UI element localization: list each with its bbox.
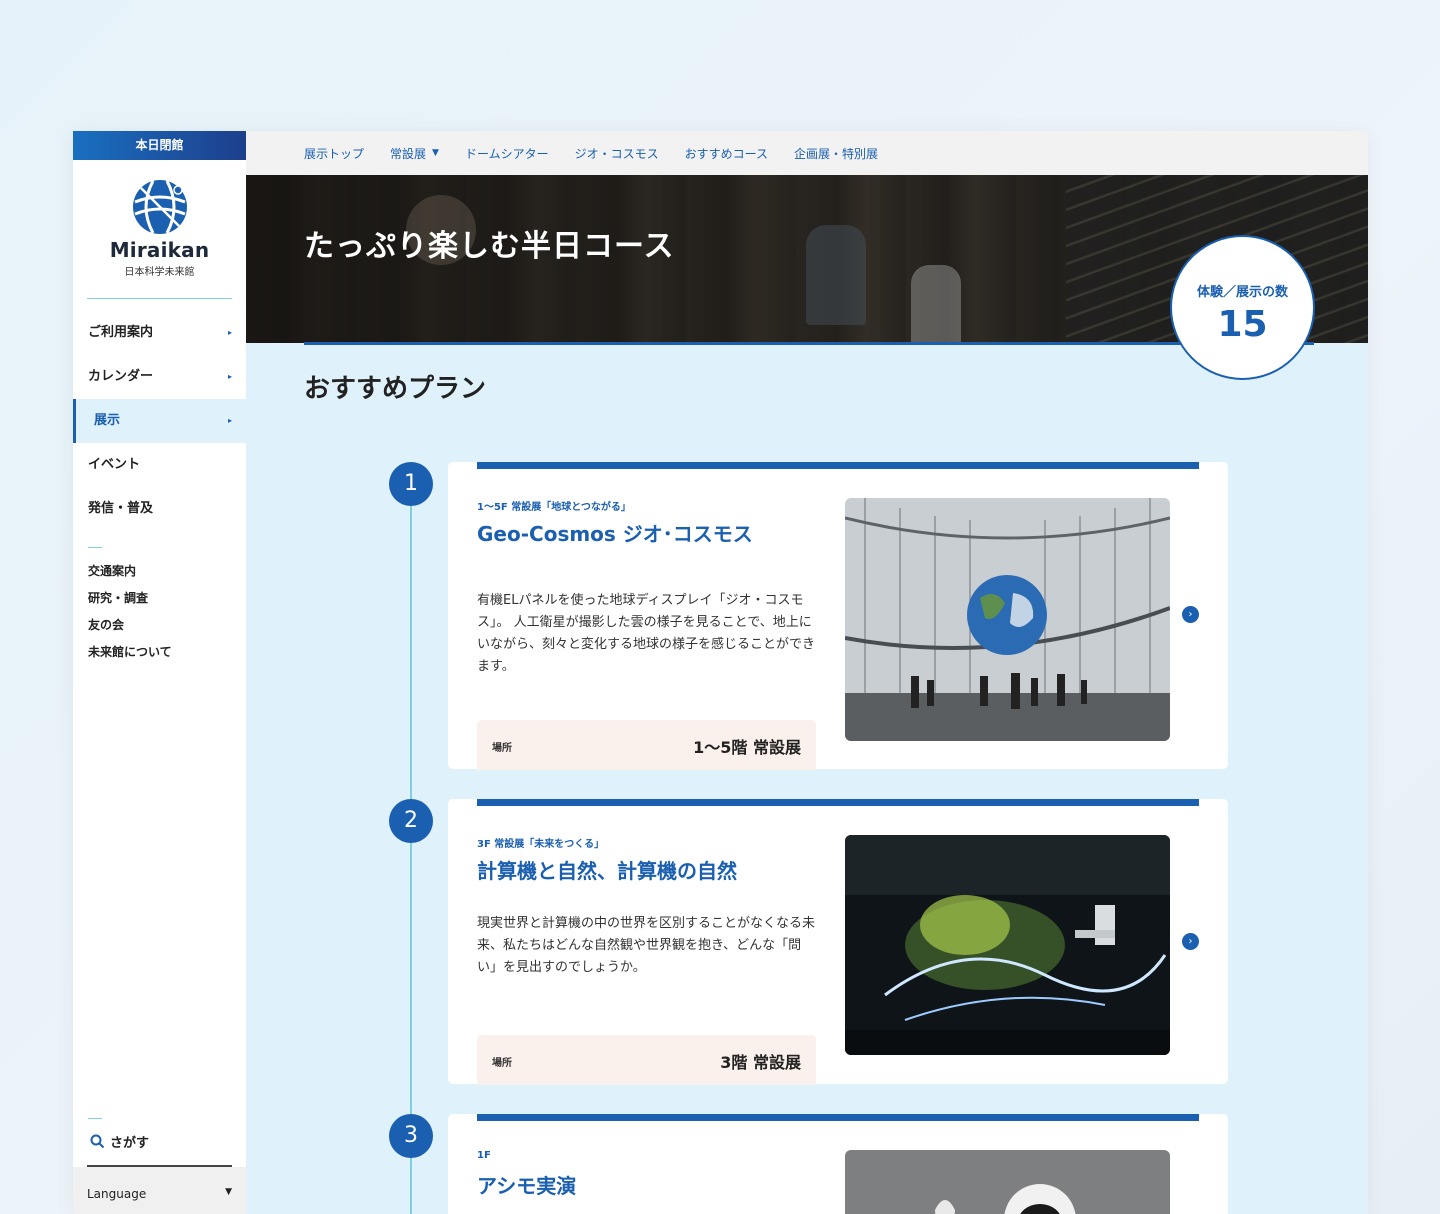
location-label: 場所 xyxy=(492,743,512,754)
sidebar-item-guide[interactable]: ご利用案内 ▸ xyxy=(73,311,246,355)
location-value: 3階 常設展 xyxy=(720,1053,801,1072)
logo-subtitle: 日本科学未来館 xyxy=(124,267,195,278)
language-select[interactable]: Language ▼ xyxy=(73,1167,246,1214)
photo-image xyxy=(845,498,1170,741)
step-number: 1 xyxy=(389,462,433,506)
divider xyxy=(87,298,232,299)
sidebar-item-label: カレンダー xyxy=(88,369,154,384)
hero-underline xyxy=(304,342,1314,345)
topnav-label: 企画展・特別展 xyxy=(794,146,879,161)
topnav-label: おすすめコース xyxy=(684,146,769,161)
sidebar-item-outreach[interactable]: 発信・普及 xyxy=(73,487,246,531)
language-label: Language xyxy=(87,1187,147,1201)
search-button[interactable]: さがす xyxy=(73,1129,246,1153)
plan-location: 場所 1〜5階 常設展 xyxy=(477,720,816,770)
topnav-exhibits-top[interactable]: 展示トップ xyxy=(304,145,364,162)
step-number: 2 xyxy=(389,799,433,843)
hero-photo-shape xyxy=(911,265,961,343)
topnav-permanent[interactable]: 常設展 ▼ xyxy=(390,145,439,162)
plan-card: 1〜5F 常設展「地球とつながる」 Geo-Cosmos ジオ･コスモス 有機E… xyxy=(448,462,1228,770)
browser-frame: 本日閉館 Miraikan 日本科学未来館 ご利用案内 ▸ カレンダー ▸ 展示… xyxy=(73,131,1368,1214)
plan-card: 3F 常設展「未来をつくる」 計算機と自然、計算機の自然 現実世界と計算機の中の… xyxy=(448,799,1228,1085)
sidebar-item-events[interactable]: イベント xyxy=(73,443,246,487)
sidebar-subitem-access[interactable]: 交通案内 xyxy=(88,558,246,585)
sidebar: 本日閉館 Miraikan 日本科学未来館 ご利用案内 ▸ カレンダー ▸ 展示… xyxy=(73,131,246,1214)
section-title: おすすめプラン xyxy=(304,374,487,404)
logo-name: Miraikan xyxy=(109,238,210,262)
search-area: さがす xyxy=(73,1118,246,1167)
count-label: 体験／展示の数 xyxy=(1196,285,1288,300)
divider xyxy=(88,1118,102,1119)
card-topbar xyxy=(477,1114,1199,1121)
globe-logo-icon xyxy=(132,180,187,234)
chevron-right-icon[interactable]: › xyxy=(1182,606,1199,623)
sidebar-subitem-membership[interactable]: 友の会 xyxy=(88,612,246,639)
page-title: たっぷり楽しむ半日コース xyxy=(304,229,675,264)
plan-tag: 1〜5F 常設展「地球とつながる」 xyxy=(477,502,631,513)
topnav-label: 展示トップ xyxy=(304,146,365,161)
sidebar-item-label: 発信・普及 xyxy=(88,501,154,516)
photo-image xyxy=(845,835,1170,1055)
location-label: 場所 xyxy=(492,1058,512,1069)
location-value: 1〜5階 常設展 xyxy=(693,738,801,757)
chevron-right-icon[interactable]: › xyxy=(1182,933,1199,950)
divider xyxy=(88,547,102,548)
plan-tag: 1F xyxy=(477,1150,491,1161)
plan-title[interactable]: Geo-Cosmos ジオ･コスモス xyxy=(477,518,753,547)
plan-title[interactable]: アシモ実演 xyxy=(477,1170,576,1199)
sidebar-item-label: 展示 xyxy=(94,413,121,428)
sidebar-main-nav: ご利用案内 ▸ カレンダー ▸ 展示 ▸ イベント 発信・普及 xyxy=(73,311,246,531)
caret-right-icon: ▸ xyxy=(227,328,232,337)
hero-photo-shape xyxy=(806,225,866,325)
plan-photo-asimo[interactable] xyxy=(845,1150,1170,1214)
caret-right-icon: ▸ xyxy=(227,416,232,425)
sidebar-subitem-about[interactable]: 未来館について xyxy=(88,639,246,666)
card-topbar xyxy=(477,462,1199,469)
top-nav: 展示トップ 常設展 ▼ ドームシアター ジオ・コスモス おすすめコース 企画展・特… xyxy=(246,131,1368,175)
topnav-label: 常設展 xyxy=(390,146,427,161)
sidebar-item-label: イベント xyxy=(88,457,141,472)
topnav-recommended-course[interactable]: おすすめコース xyxy=(685,145,768,162)
caret-right-icon: ▸ xyxy=(227,372,232,381)
plan-title[interactable]: 計算機と自然、計算機の自然 xyxy=(477,855,737,884)
timeline-line xyxy=(410,505,412,1214)
plan-description: 現実世界と計算機の中の世界を区別することがなくなる未来、私たちはどんな自然観や世… xyxy=(477,916,816,975)
search-icon xyxy=(90,1134,105,1148)
sidebar-item-exhibits[interactable]: 展示 ▸ xyxy=(73,399,246,443)
step-number: 3 xyxy=(389,1114,433,1158)
plan-photo-geo-cosmos[interactable] xyxy=(845,498,1170,741)
search-label: さがす xyxy=(110,1135,150,1151)
photo-image xyxy=(845,1150,1170,1214)
sidebar-item-calendar[interactable]: カレンダー ▸ xyxy=(73,355,246,399)
logo[interactable]: Miraikan 日本科学未来館 xyxy=(73,160,246,298)
topnav-dome-theater[interactable]: ドームシアター xyxy=(465,145,549,162)
count-value: 15 xyxy=(1217,304,1268,345)
plan-photo-computer-nature[interactable] xyxy=(845,835,1170,1055)
sidebar-item-label: ご利用案内 xyxy=(88,325,154,340)
topnav-label: ドームシアター xyxy=(464,146,549,161)
closed-banner: 本日閉館 xyxy=(73,131,246,160)
experience-count-badge: 体験／展示の数 15 xyxy=(1170,235,1315,380)
topnav-geo-cosmos[interactable]: ジオ・コスモス xyxy=(575,145,659,162)
sidebar-sub-nav: 交通案内 研究・調査 友の会 未来館について xyxy=(73,558,246,666)
sidebar-subitem-research[interactable]: 研究・調査 xyxy=(88,585,246,612)
plan-location: 場所 3階 常設展 xyxy=(477,1035,816,1085)
chevron-down-icon: ▼ xyxy=(432,148,439,158)
card-topbar xyxy=(477,799,1199,806)
topnav-special-exhibitions[interactable]: 企画展・特別展 xyxy=(794,145,878,162)
chevron-down-icon: ▼ xyxy=(225,1187,232,1197)
plan-card: 1F アシモ実演 xyxy=(448,1114,1228,1214)
plan-description: 有機ELパネルを使った地球ディスプレイ「ジオ・コスモス」。 人工衛星が撮影した雲… xyxy=(477,593,816,674)
topnav-label: ジオ・コスモス xyxy=(574,146,659,161)
plan-tag: 3F 常設展「未来をつくる」 xyxy=(477,839,605,850)
